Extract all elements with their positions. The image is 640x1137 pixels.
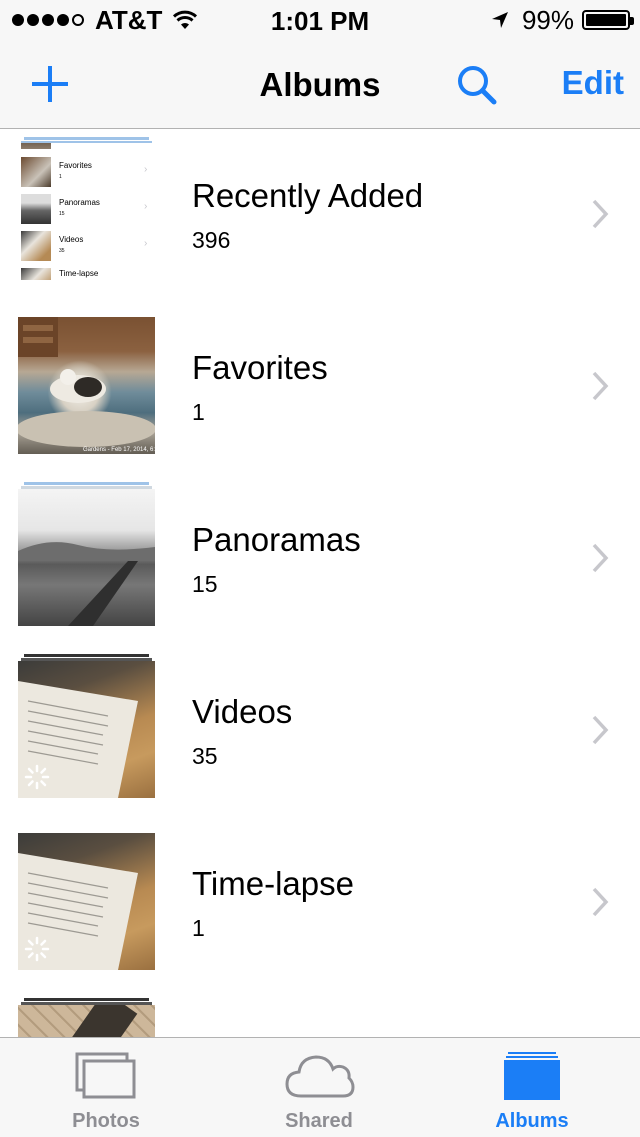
time-lapse-photo xyxy=(18,833,155,970)
battery-cap xyxy=(630,17,634,25)
mini-thumbnail xyxy=(21,194,51,224)
album-name: Panoramas xyxy=(192,521,361,558)
mini-chevron-icon: › xyxy=(144,238,148,249)
album-thumbnail xyxy=(18,654,155,798)
cloud-icon xyxy=(285,1055,355,1098)
chevron-right-icon xyxy=(592,543,609,573)
album-count: 1 xyxy=(192,915,205,941)
album-count: 15 xyxy=(192,571,218,597)
stack-edge xyxy=(24,654,149,657)
mini-thumbnail xyxy=(21,231,51,261)
time-lapse-spinner-icon xyxy=(24,936,50,962)
album-row-partial[interactable] xyxy=(0,989,640,1037)
navigation-bar: Albums Edit xyxy=(0,40,640,129)
album-name: Videos xyxy=(192,693,293,730)
partial-photo xyxy=(18,1005,155,1037)
tab-shared[interactable]: Shared xyxy=(239,1038,399,1137)
album-row-recently-added[interactable]: Favorites 1 › Panoramas 15 › Videos 35 › xyxy=(0,129,640,301)
mini-label: Videos xyxy=(59,235,84,244)
mini-row: Videos 35 › xyxy=(18,229,155,263)
album-count: 1 xyxy=(192,399,205,425)
tab-bar: Photos Shared Albums xyxy=(0,1037,640,1137)
search-icon[interactable] xyxy=(454,62,500,108)
battery-fill xyxy=(586,14,626,26)
chevron-right-icon xyxy=(592,199,609,229)
stack-edge xyxy=(24,137,149,140)
mini-thumbnail xyxy=(21,268,51,280)
tab-label: Shared xyxy=(285,1110,353,1132)
photo-caption: Gardens - Feb 17, 2014, 6: xyxy=(82,447,155,453)
chevron-right-icon xyxy=(592,371,609,401)
album-name: Recently Added xyxy=(192,177,424,214)
video-spinner-icon xyxy=(24,764,50,790)
battery-icon xyxy=(582,10,634,30)
panorama-photo xyxy=(18,489,155,626)
partial-photo-strap xyxy=(58,1005,138,1037)
mini-chevron-icon: › xyxy=(144,201,148,212)
album-row-videos[interactable]: Videos 35 xyxy=(0,645,640,817)
battery-percent: 99% xyxy=(521,4,574,35)
status-right: 99% xyxy=(490,4,634,35)
albums-icon xyxy=(504,1052,560,1100)
mini-count: 35 xyxy=(59,248,65,254)
album-row-panoramas[interactable]: Panoramas 15 xyxy=(0,473,640,645)
page-title: Albums xyxy=(259,66,381,103)
videos-photo xyxy=(18,661,155,798)
album-name: Time-lapse xyxy=(192,865,354,902)
album-count: 35 xyxy=(192,743,218,769)
mini-label: Favorites xyxy=(59,161,92,170)
mini-label: Time-lapse xyxy=(59,269,99,278)
tab-photos[interactable]: Photos xyxy=(26,1038,186,1137)
tab-label: Albums xyxy=(495,1110,569,1132)
photos-stack-icon xyxy=(75,1052,136,1099)
edit-button[interactable]: Edit xyxy=(562,64,624,102)
chevron-right-icon xyxy=(592,887,609,917)
album-thumbnail xyxy=(18,998,155,1037)
mini-row: Panoramas 15 › xyxy=(18,192,155,226)
mini-thumbnail xyxy=(21,143,51,149)
album-list: Favorites 1 › Panoramas 15 › Videos 35 › xyxy=(0,129,640,1037)
album-count: 396 xyxy=(192,227,231,253)
road-detail xyxy=(18,542,155,626)
mini-chevron-icon: › xyxy=(144,164,148,175)
mini-count: 1 xyxy=(59,174,62,180)
album-row-time-lapse[interactable]: Time-lapse 1 xyxy=(0,817,640,989)
cat-photo-detail xyxy=(18,317,155,447)
stack-edge xyxy=(24,482,149,485)
album-thumbnail: Gardens - Feb 17, 2014, 6: xyxy=(18,317,155,454)
favorites-photo: Gardens - Feb 17, 2014, 6: xyxy=(18,317,155,454)
mini-thumbnail xyxy=(21,157,51,187)
status-bar: AT&T 1:01 PM 99% xyxy=(0,0,640,40)
album-thumbnail: Favorites 1 › Panoramas 15 › Videos 35 › xyxy=(18,137,155,280)
album-name: Favorites xyxy=(192,349,328,386)
tab-albums[interactable]: Albums xyxy=(452,1038,612,1137)
location-arrow-icon xyxy=(491,12,508,28)
mini-label: Panoramas xyxy=(59,198,100,207)
mini-row: Favorites 1 › xyxy=(18,155,155,189)
chevron-right-icon xyxy=(592,715,609,745)
stack-edge xyxy=(24,998,149,1001)
mini-count: 15 xyxy=(59,211,65,217)
tab-label: Photos xyxy=(72,1110,140,1132)
album-thumbnail xyxy=(18,833,155,970)
mini-row: Time-lapse xyxy=(18,266,155,280)
recently-added-preview: Favorites 1 › Panoramas 15 › Videos 35 › xyxy=(18,143,155,280)
album-thumbnail xyxy=(18,482,155,626)
album-row-favorites[interactable]: Gardens - Feb 17, 2014, 6: Favorites 1 xyxy=(0,301,640,473)
